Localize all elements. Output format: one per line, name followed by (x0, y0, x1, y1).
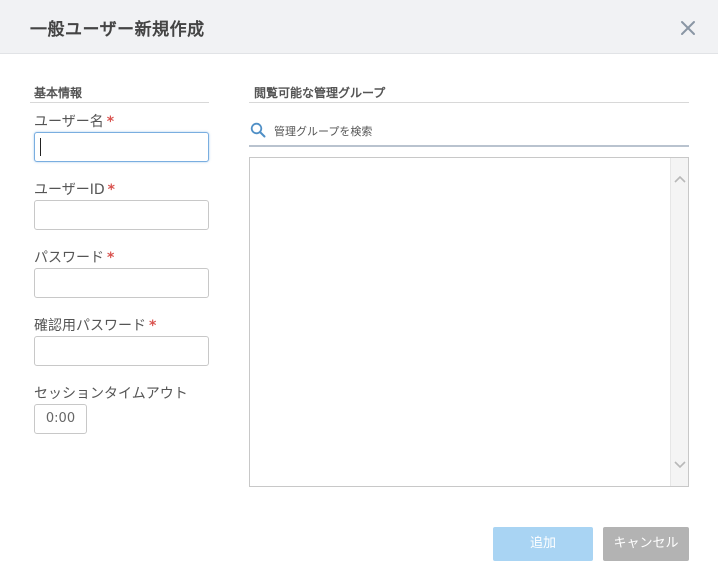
required-mark: * (106, 114, 115, 130)
userid-input[interactable] (34, 200, 209, 230)
dialog-title: 一般ユーザー新規作成 (30, 20, 205, 40)
password-label: パスワード * (34, 250, 115, 266)
userid-label: ユーザーID * (34, 182, 115, 198)
required-mark: * (149, 318, 157, 334)
cancel-button[interactable]: キャンセル (603, 527, 689, 561)
text-caret (40, 138, 41, 156)
search-underline (249, 145, 689, 147)
search-icon (250, 122, 266, 138)
username-label: ユーザー名 * (34, 114, 115, 130)
required-mark: * (107, 182, 115, 198)
groups-divider (249, 102, 689, 103)
chevron-down-icon[interactable] (674, 460, 686, 470)
scrollbar[interactable] (670, 158, 688, 486)
close-icon (681, 21, 695, 35)
basic-info-heading: 基本情報 (34, 86, 83, 100)
required-mark: * (107, 250, 115, 266)
password-confirm-label: 確認用パスワード * (34, 318, 157, 334)
chevron-up-icon[interactable] (674, 174, 686, 184)
username-input[interactable] (34, 132, 209, 162)
group-list[interactable] (249, 157, 689, 487)
close-button[interactable] (676, 16, 700, 40)
groups-heading: 閲覧可能な管理グループ (254, 86, 386, 100)
password-confirm-input[interactable] (34, 336, 209, 366)
basic-info-divider (30, 102, 209, 103)
session-timeout-label: セッションタイムアウト (34, 386, 188, 402)
dialog-header: 一般ユーザー新規作成 (0, 0, 718, 54)
add-button[interactable]: 追加 (493, 527, 593, 561)
group-search-input[interactable]: 管理グループを検索 (274, 123, 372, 139)
session-timeout-input[interactable]: 0:00 (34, 404, 87, 434)
password-input[interactable] (34, 268, 209, 298)
